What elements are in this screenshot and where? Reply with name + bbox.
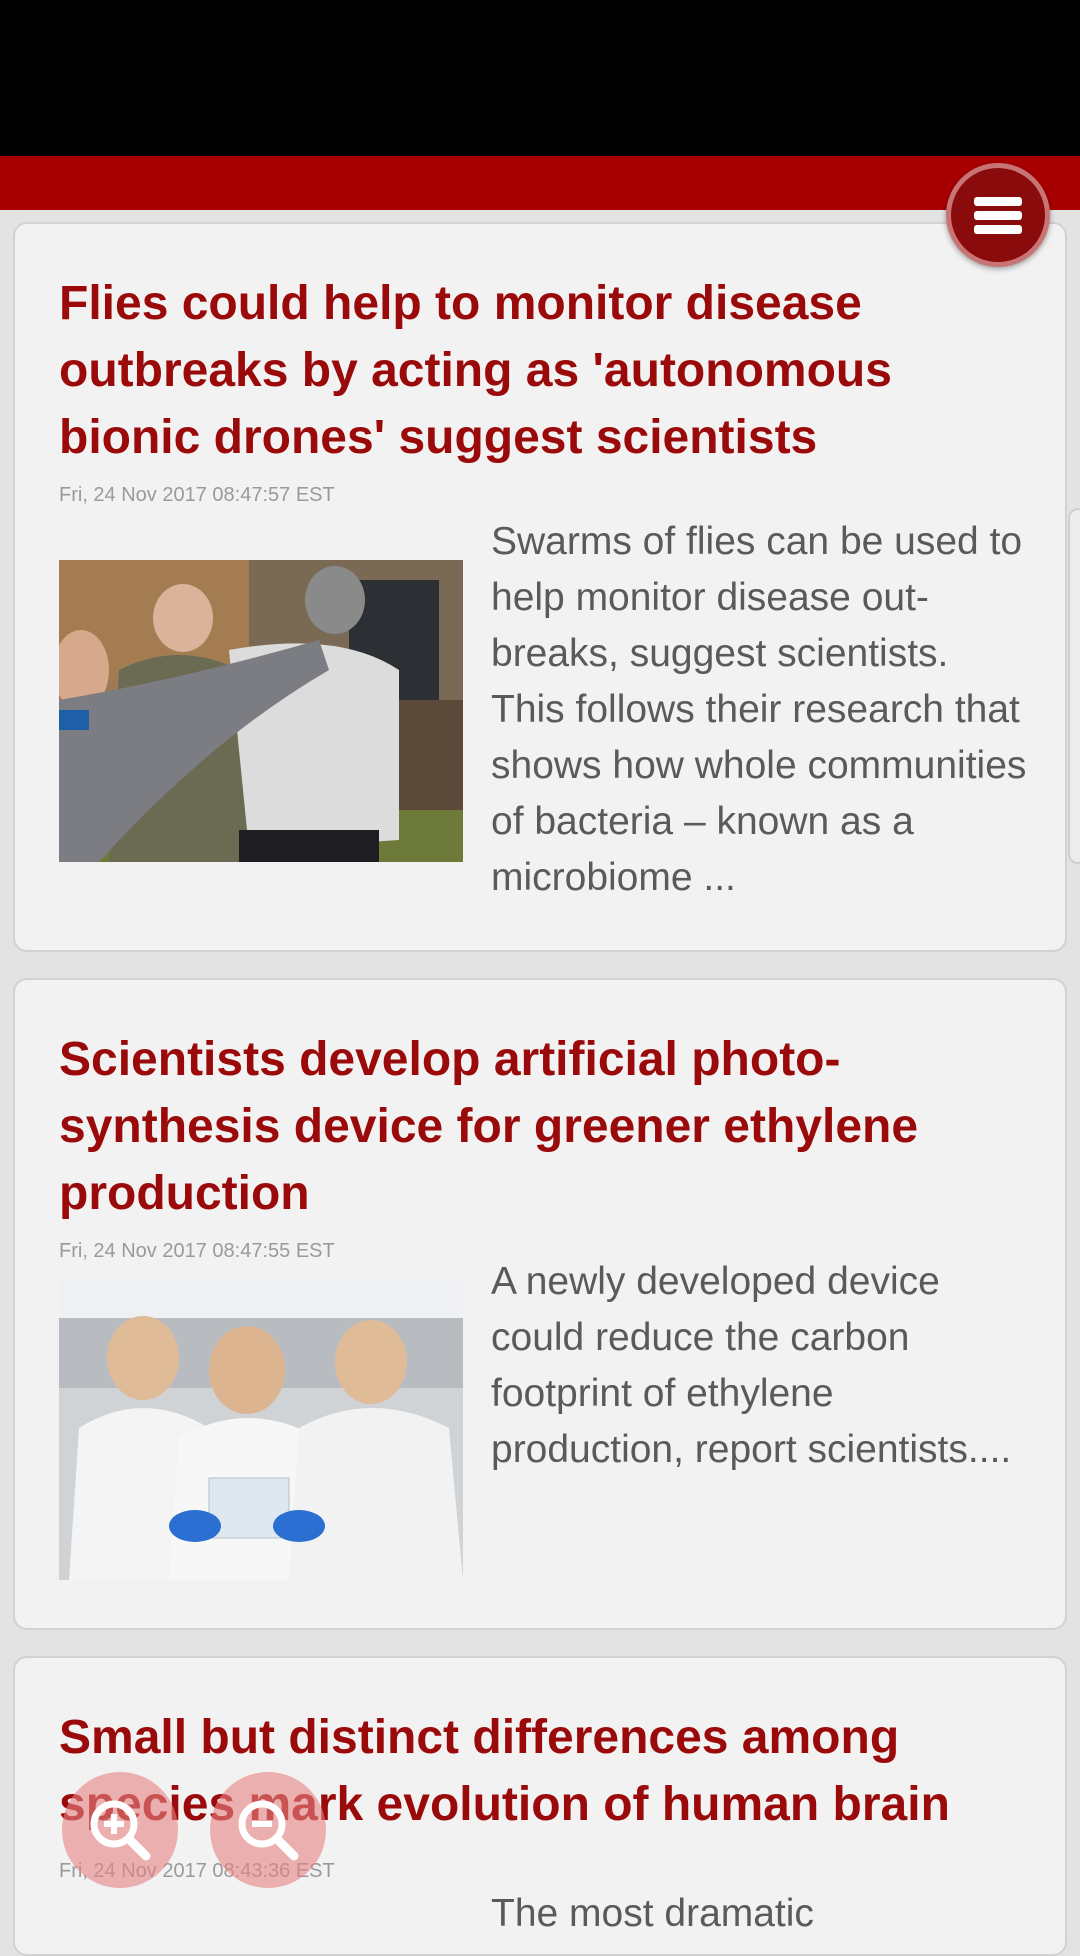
- app-header-bar: [0, 156, 1080, 210]
- article-title[interactable]: Scientists develop artificial photo-synt…: [59, 1026, 1009, 1227]
- scroll-handle[interactable]: [1068, 508, 1080, 864]
- hamburger-menu-icon: [974, 192, 1022, 239]
- article-thumbnail[interactable]: [59, 560, 463, 862]
- zoom-out-button[interactable]: [210, 1772, 326, 1888]
- zoom-out-icon: [238, 1800, 299, 1861]
- zoom-in-button[interactable]: [62, 1772, 178, 1888]
- article-title[interactable]: Flies could help to monitor disease outb…: [59, 270, 1009, 471]
- zoom-in-icon: [90, 1800, 151, 1861]
- article-summary: Swarms of flies can be used to help moni…: [491, 520, 1027, 899]
- menu-button[interactable]: [946, 163, 1050, 267]
- article-summary: The most dramatic: [491, 1892, 814, 1935]
- article-summary: A newly developed device could reduce th…: [491, 1260, 1012, 1471]
- article-thumbnail[interactable]: [59, 1278, 463, 1580]
- article-date: Fri, 24 Nov 2017 08:47:55 EST: [59, 1240, 335, 1262]
- article-card[interactable]: Flies could help to monitor disease outb…: [13, 222, 1067, 952]
- article-date: Fri, 24 Nov 2017 08:47:57 EST: [59, 484, 335, 506]
- status-bar: [0, 0, 1080, 156]
- article-title[interactable]: Small but distinct differences among spe…: [59, 1704, 1009, 1838]
- article-card[interactable]: Scientists develop artificial photo-synt…: [13, 978, 1067, 1630]
